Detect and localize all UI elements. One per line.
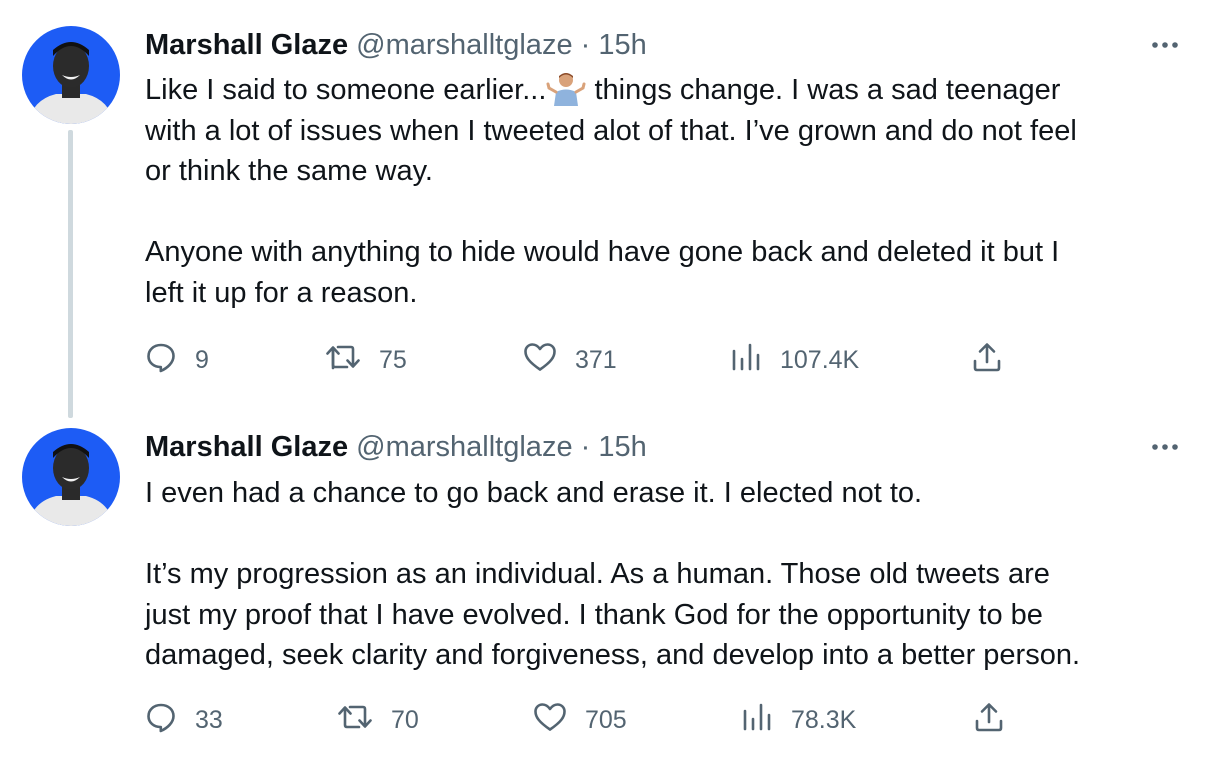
tweet-actions: 33 70 705 78.3K: [145, 700, 1015, 740]
tweet-paragraph: It’s my progression as an individual. As…: [145, 554, 1185, 676]
tweet-line: Like I said to someone earlier... things…: [145, 73, 1060, 106]
views-button[interactable]: 78.3K: [741, 700, 856, 740]
retweet-button[interactable]: 75: [325, 340, 407, 380]
tweet-text: Like I said to someone earlier... things…: [145, 70, 1185, 313]
like-count: 371: [575, 345, 617, 374]
tweet-paragraph: Like I said to someone earlier... things…: [145, 70, 1185, 192]
separator-dot: ·: [580, 431, 591, 463]
separator-dot: ·: [580, 29, 591, 61]
author-name[interactable]: Marshall Glaze: [145, 431, 348, 463]
retweet-button[interactable]: 70: [337, 700, 419, 740]
views-icon: [730, 341, 762, 380]
share-icon: [971, 341, 1003, 380]
timestamp[interactable]: 15h: [598, 29, 646, 61]
author-handle[interactable]: @marshalltglaze: [356, 29, 572, 61]
tweet[interactable]: Marshall Glaze @marshalltglaze · 15h I e…: [0, 420, 1208, 760]
tweet-paragraph: I even had a chance to go back and erase…: [145, 473, 1185, 514]
tweet-paragraph: Anyone with anything to hide would have …: [145, 232, 1185, 313]
reply-button[interactable]: 9: [145, 340, 209, 380]
tweet-header: Marshall Glaze @marshalltglaze · 15h: [145, 27, 647, 63]
like-button[interactable]: 705: [533, 700, 627, 740]
tweet[interactable]: Marshall Glaze @marshalltglaze · 15h Lik…: [0, 0, 1208, 420]
share-button[interactable]: [973, 700, 1005, 740]
reply-icon: [145, 701, 177, 740]
tweet-line: damaged, seek clarity and forgiveness, a…: [145, 639, 1081, 671]
views-button[interactable]: 107.4K: [730, 340, 859, 380]
view-count: 107.4K: [780, 345, 860, 374]
tweet-header: Marshall Glaze @marshalltglaze · 15h: [145, 429, 647, 465]
tweet-text: I even had a chance to go back and erase…: [145, 473, 1185, 676]
retweet-count: 70: [391, 705, 419, 734]
tweet-line: with a lot of issues when I tweeted alot…: [145, 114, 1077, 147]
like-button[interactable]: 371: [523, 340, 617, 380]
more-options-icon[interactable]: [1150, 432, 1180, 462]
timestamp[interactable]: 15h: [598, 431, 646, 463]
like-count: 705: [585, 705, 627, 734]
tweet-actions: 9 75 371 107.4K: [145, 340, 1015, 380]
share-icon: [973, 701, 1005, 740]
more-options-icon[interactable]: [1150, 30, 1180, 60]
reply-icon: [145, 341, 177, 380]
heart-icon: [523, 341, 557, 380]
tweet-line: left it up for a reason.: [145, 276, 418, 309]
reply-count: 9: [195, 345, 209, 374]
tweet-line: just my proof that I have evolved. I tha…: [145, 598, 1043, 631]
author-name[interactable]: Marshall Glaze: [145, 29, 348, 61]
person-shrugging-emoji: [546, 70, 586, 106]
retweet-icon: [325, 341, 361, 380]
reply-count: 33: [195, 705, 223, 734]
thread-connector-line: [68, 130, 73, 418]
tweet-line: or think the same way.: [145, 155, 433, 187]
author-handle[interactable]: @marshalltglaze: [356, 431, 572, 463]
avatar[interactable]: [22, 428, 120, 526]
view-count: 78.3K: [791, 705, 857, 734]
share-button[interactable]: [971, 340, 1003, 380]
retweet-icon: [337, 701, 373, 740]
heart-icon: [533, 701, 567, 740]
tweet-line: I even had a chance to go back and erase…: [145, 477, 923, 509]
avatar[interactable]: [22, 26, 120, 124]
tweet-line: Anyone with anything to hide would have …: [145, 236, 1060, 268]
reply-button[interactable]: 33: [145, 700, 223, 740]
retweet-count: 75: [379, 345, 407, 374]
tweet-line: It’s my progression as an individual. As…: [145, 558, 1050, 590]
views-icon: [741, 701, 773, 740]
